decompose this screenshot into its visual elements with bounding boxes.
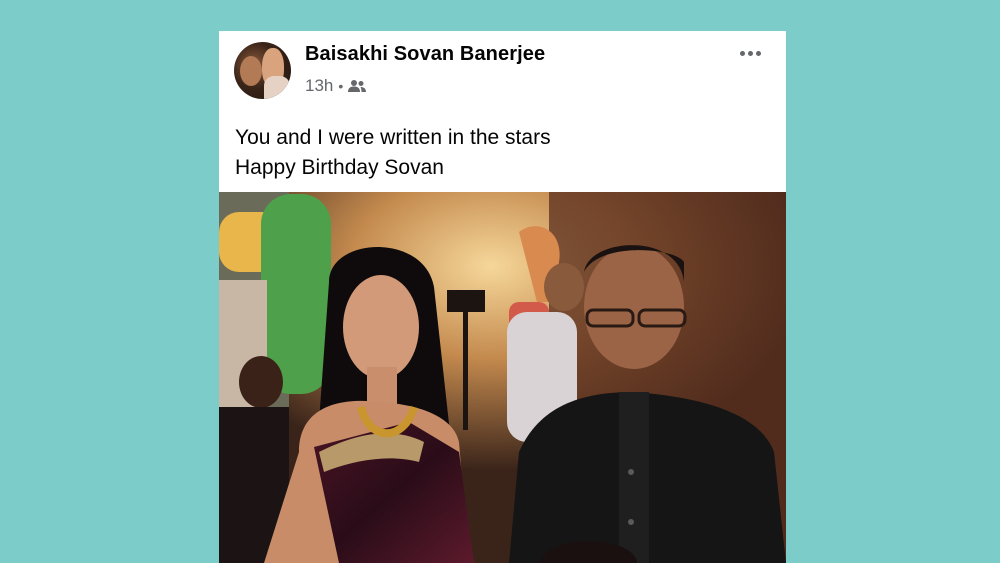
post-meta: 13h • [305, 76, 367, 96]
post-card: Baisakhi Sovan Banerjee 13h • You and I … [219, 31, 786, 563]
post-text-line: Happy Birthday Sovan [235, 156, 444, 179]
post-timestamp[interactable]: 13h [305, 76, 333, 96]
author-avatar[interactable] [234, 42, 291, 99]
more-options-icon[interactable] [734, 45, 766, 61]
meta-separator: • [338, 78, 344, 94]
post-photo[interactable] [219, 192, 786, 563]
friends-icon[interactable] [348, 79, 367, 93]
post-text: You and I were written in the stars Happ… [235, 123, 765, 183]
author-name[interactable]: Baisakhi Sovan Banerjee [305, 43, 545, 66]
post-text-line: You and I were written in the stars [235, 126, 551, 149]
